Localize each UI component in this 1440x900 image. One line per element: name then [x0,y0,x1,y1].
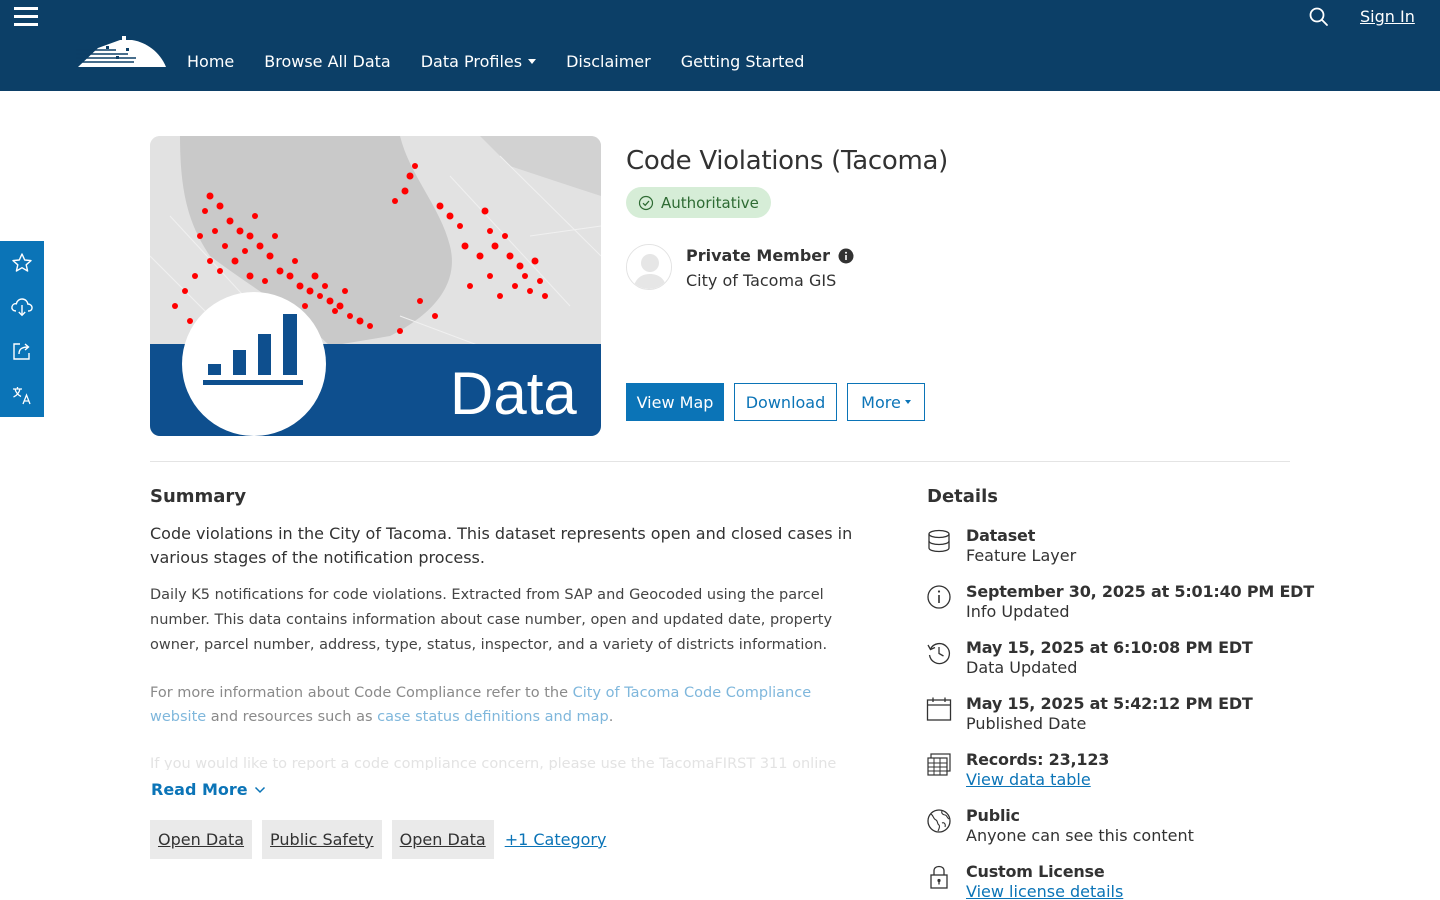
detail-item-info-updated: September 30, 2025 at 5:01:40 PM EDT Inf… [926,582,1326,634]
detail-title: September 30, 2025 at 5:01:40 PM EDT [966,582,1314,601]
calendar-icon [926,697,952,721]
desc-text: . [608,709,614,725]
detail-subtitle: Published Date [966,714,1087,733]
cloud-download-icon [11,298,33,317]
nav-disclaimer[interactable]: Disclaimer [566,52,651,71]
desc-text: and resources such as [206,709,378,725]
item-thumbnail: Data [150,136,601,436]
detail-item-license: Custom License View license details [926,862,1326,900]
detail-title: Dataset [966,526,1036,545]
info-icon [927,585,951,609]
detail-item-type: Dataset Feature Layer [926,526,1326,578]
chevron-down-icon [254,786,265,793]
menu-icon[interactable] [14,7,38,27]
detail-item-sharing: Public Anyone can see this content [926,806,1326,858]
detail-title: Public [966,806,1020,825]
detail-title: May 15, 2025 at 6:10:08 PM EDT [966,638,1253,657]
site-header: Sign In Home Browse All Data Data Profil… [0,0,1440,91]
sign-in-link[interactable]: Sign In [1360,7,1415,26]
detail-item-records: Records: 23,123 View data table [926,750,1326,802]
authoritative-badge: Authoritative [626,187,771,218]
star-icon [12,253,32,272]
tag-open-data[interactable]: Open Data [150,820,253,859]
description-faded-text: If you would like to report a code compl… [150,756,837,770]
lock-icon [930,865,948,889]
main-nav: Home Browse All Data Data Profiles Discl… [187,52,804,71]
section-divider [150,461,1290,462]
view-license-details-link[interactable]: View license details [966,882,1123,900]
details-heading: Details [927,486,998,507]
detail-item-published: May 15, 2025 at 5:42:12 PM EDT Published… [926,694,1326,746]
nav-browse-all-data[interactable]: Browse All Data [264,52,390,71]
detail-subtitle: Info Updated [966,602,1070,621]
side-action-toolbar [0,241,44,417]
owner-organization: City of Tacoma GIS [686,271,837,290]
desc-text: For more information about Code Complian… [150,685,573,701]
table-icon [927,753,951,776]
read-more-button[interactable]: Read More [151,780,266,799]
info-icon[interactable] [838,248,854,264]
owner-name-text: Private Member [686,246,831,265]
detail-title: Custom License [966,862,1105,881]
category-tags: Open Data Public Safety Open Data +1 Cat… [150,820,606,859]
view-data-table-link[interactable]: View data table [966,770,1091,789]
detail-subtitle: Feature Layer [966,546,1077,565]
more-categories-link[interactable]: +1 Category [505,830,607,849]
more-button-label: More [861,392,901,412]
owner-name: Private Member [686,246,854,265]
item-title: Code Violations (Tacoma) [626,146,949,176]
chevron-down-icon [528,59,537,64]
database-icon [928,529,950,553]
tag-public-safety[interactable]: Public Safety [262,820,382,859]
share-button[interactable] [0,329,44,373]
nav-getting-started[interactable]: Getting Started [681,52,805,71]
view-map-button[interactable]: View Map [626,383,724,421]
globe-icon [927,809,951,833]
detail-subtitle: Data Updated [966,658,1078,677]
search-icon[interactable] [1308,6,1330,28]
description-paragraph-more-info: For more information about Code Complian… [150,681,850,729]
download-button[interactable]: Download [734,383,837,421]
tag-open-data[interactable]: Open Data [391,820,494,859]
translate-button[interactable] [0,373,44,417]
download-button-side[interactable] [0,285,44,329]
detail-title: Records: 23,123 [966,750,1110,769]
case-status-definitions-link[interactable]: case status definitions and map [377,709,609,725]
badge-label: Authoritative [661,193,759,212]
description-paragraph: Daily K5 notifications for code violatio… [150,587,833,653]
nav-home[interactable]: Home [187,52,234,71]
history-icon [927,642,951,665]
summary-lead: Code violations in the City of Tacoma. T… [150,524,853,567]
summary-heading: Summary [150,486,247,507]
favorite-button[interactable] [0,241,44,285]
site-logo[interactable] [76,36,168,70]
check-circle-icon [638,195,654,210]
read-more-label: Read More [151,780,248,799]
detail-title: May 15, 2025 at 5:42:12 PM EDT [966,694,1253,713]
detail-item-data-updated: May 15, 2025 at 6:10:08 PM EDT Data Upda… [926,638,1326,690]
detail-subtitle: Anyone can see this content [966,826,1194,845]
nav-data-profiles[interactable]: Data Profiles [420,52,537,71]
more-button[interactable]: More [847,383,925,421]
share-icon [13,343,30,360]
translate-icon [13,387,31,405]
chevron-down-icon [904,400,911,404]
nav-data-profiles-label: Data Profiles [420,52,523,71]
thumbnail-data-text: Data [450,360,577,427]
owner-avatar[interactable] [626,244,672,290]
